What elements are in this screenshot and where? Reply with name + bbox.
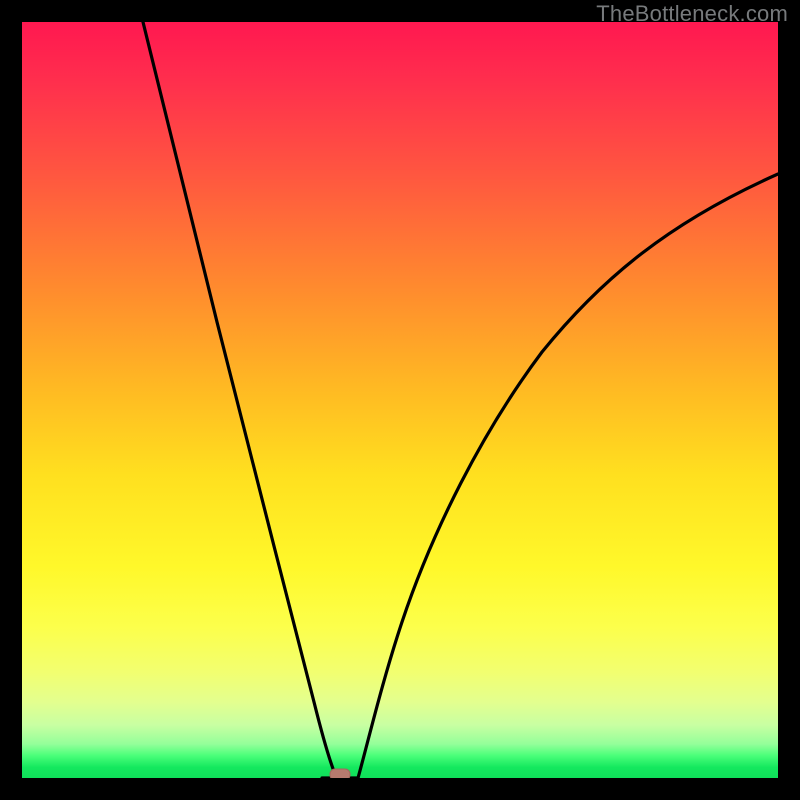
chart-svg xyxy=(22,22,778,778)
bottleneck-curve-right xyxy=(358,174,778,778)
bottleneck-curve-left xyxy=(143,22,338,778)
reference-marker xyxy=(330,769,350,778)
chart-frame: TheBottleneck.com xyxy=(0,0,800,800)
plot-area xyxy=(22,22,778,778)
watermark-text: TheBottleneck.com xyxy=(596,1,788,27)
curve-group xyxy=(143,22,778,778)
